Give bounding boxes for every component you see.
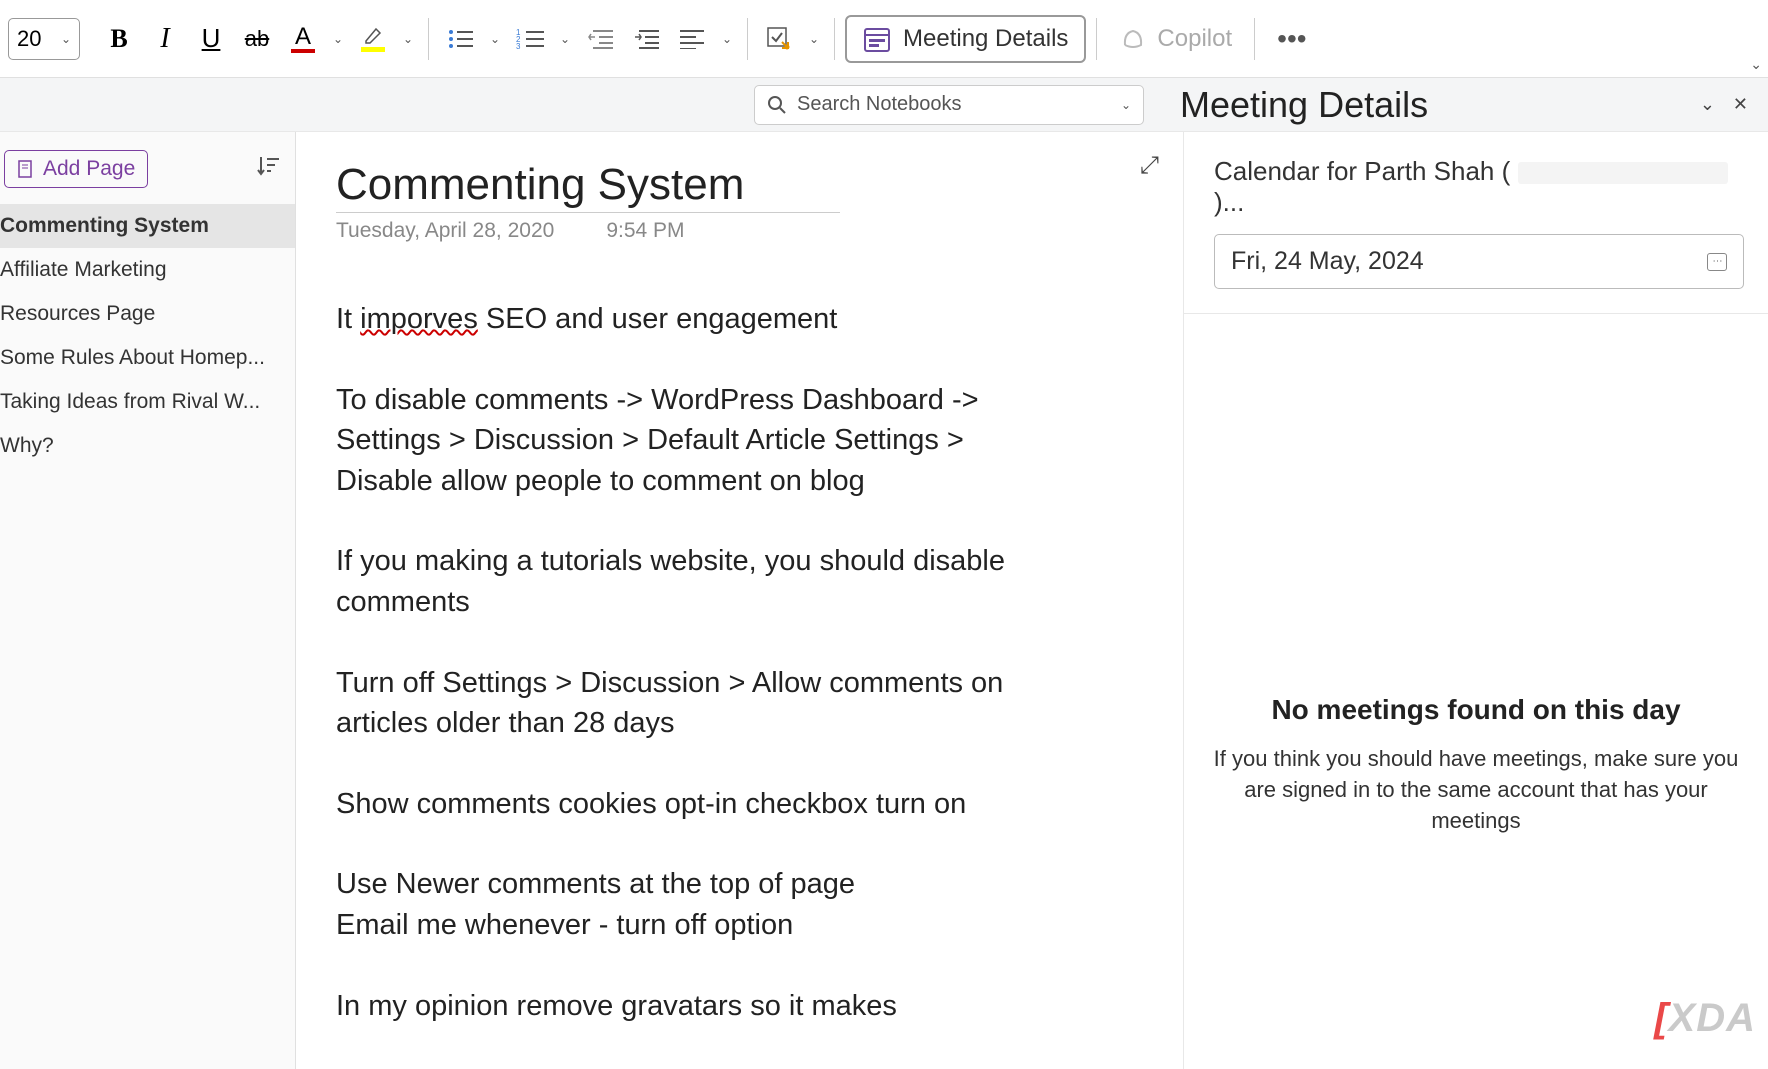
meeting-details-label: Meeting Details: [903, 25, 1068, 53]
redacted-email: [1518, 162, 1728, 184]
calendar-icon: [863, 25, 891, 53]
sidebar-page-item[interactable]: Some Rules About Homep...: [0, 336, 295, 380]
sidebar-page-item[interactable]: Commenting System: [0, 204, 295, 248]
main: Add Page Commenting System Affiliate Mar…: [0, 132, 1768, 1069]
highlight-icon: [361, 25, 385, 52]
calendar-owner: Calendar for Parth Shah ( )...: [1214, 156, 1744, 218]
separator: [428, 18, 429, 60]
add-page-button[interactable]: Add Page: [4, 150, 148, 188]
empty-state-description: If you think you should have meetings, m…: [1204, 744, 1748, 836]
panel-header-row: Meeting Details ⌄ ✕: [1164, 84, 1748, 126]
font-color-button[interactable]: A: [282, 18, 324, 60]
separator: [747, 18, 748, 60]
page-time: 9:54 PM: [606, 219, 684, 243]
separator: [834, 18, 835, 60]
sort-button[interactable]: [257, 155, 279, 183]
expand-icon[interactable]: ⤢: [1140, 152, 1159, 180]
indent-button[interactable]: [625, 18, 667, 60]
font-color-chevron[interactable]: ⌄: [328, 18, 348, 60]
bullet-list-chevron[interactable]: ⌄: [485, 18, 505, 60]
more-button[interactable]: •••: [1265, 23, 1318, 55]
panel-title: Meeting Details: [1180, 84, 1700, 126]
copilot-label: Copilot: [1157, 25, 1232, 53]
align-chevron[interactable]: ⌄: [717, 18, 737, 60]
meeting-details-button[interactable]: Meeting Details: [845, 15, 1086, 63]
outdent-button[interactable]: [579, 18, 621, 60]
align-button[interactable]: [671, 18, 713, 60]
copilot-button[interactable]: Copilot: [1107, 17, 1244, 61]
italic-button[interactable]: I: [144, 18, 186, 60]
underline-button[interactable]: U: [190, 18, 232, 60]
add-page-icon: [17, 160, 35, 178]
search-input[interactable]: [797, 93, 1111, 116]
panel-close-icon[interactable]: ✕: [1733, 94, 1748, 115]
font-color-icon: A: [291, 25, 315, 53]
svg-text:3: 3: [516, 42, 521, 50]
bold-button[interactable]: B: [98, 18, 140, 60]
page-title[interactable]: Commenting System: [336, 160, 840, 213]
bullet-list-button[interactable]: [439, 18, 481, 60]
note-paragraph: Use Newer comments at the top of page: [336, 864, 1056, 905]
separator: [1096, 18, 1097, 60]
note-paragraph: It imporves SEO and user engagement: [336, 299, 1056, 340]
empty-state-title: No meetings found on this day: [1204, 694, 1748, 726]
panel-collapse-icon[interactable]: ⌄: [1700, 94, 1715, 115]
note-paragraph: In my opinion remove gravatars so it mak…: [336, 986, 1056, 1027]
subheader: ⌄ Meeting Details ⌄ ✕: [0, 78, 1768, 132]
toolbar: 20 ⌄ B I U ab A ⌄ ⌄ ⌄ 123 ⌄ ⌄ ⌄: [0, 0, 1768, 78]
search-chevron[interactable]: ⌄: [1121, 98, 1131, 112]
page-date: Tuesday, April 28, 2020: [336, 219, 554, 243]
separator: [1254, 18, 1255, 60]
sidebar-page-item[interactable]: Why?: [0, 424, 295, 468]
note-paragraph: If you making a tutorials website, you s…: [336, 541, 1056, 622]
sidebar-page-item[interactable]: Taking Ideas from Rival W...: [0, 380, 295, 424]
note-paragraph: To disable comments -> WordPress Dashboa…: [336, 380, 1056, 502]
date-picker[interactable]: Fri, 24 May, 2024 ⋯: [1214, 234, 1744, 289]
numbered-list-button[interactable]: 123: [509, 18, 551, 60]
note-paragraph: Turn off Settings > Discussion > Allow c…: [336, 663, 1056, 744]
strikethrough-button[interactable]: ab: [236, 18, 278, 60]
sidebar-page-item[interactable]: Affiliate Marketing: [0, 248, 295, 292]
font-size-value: 20: [17, 26, 41, 52]
tags-chevron[interactable]: ⌄: [804, 18, 824, 60]
font-size-selector[interactable]: 20 ⌄: [8, 18, 80, 60]
note-body[interactable]: It imporves SEO and user engagement To d…: [336, 299, 1056, 1026]
watermark: [XDA: [1654, 996, 1756, 1041]
numbered-list-chevron[interactable]: ⌄: [555, 18, 575, 60]
note-paragraph: Show comments cookies opt-in checkbox tu…: [336, 784, 1056, 825]
search-icon: [767, 95, 787, 115]
spell-error: imporves: [360, 303, 478, 335]
copilot-icon: [1119, 25, 1147, 53]
meeting-details-panel: Calendar for Parth Shah ( )... Fri, 24 M…: [1184, 132, 1768, 1069]
sidebar-page-item[interactable]: Resources Page: [0, 292, 295, 336]
note-paragraph: Email me whenever - turn off option: [336, 905, 1056, 946]
tags-button[interactable]: [758, 18, 800, 60]
add-page-label: Add Page: [43, 157, 135, 181]
selected-date: Fri, 24 May, 2024: [1231, 247, 1424, 276]
chevron-down-icon: ⌄: [61, 32, 71, 46]
empty-state: No meetings found on this day If you thi…: [1184, 694, 1768, 836]
panel-subheader: Calendar for Parth Shah ( )... Fri, 24 M…: [1184, 132, 1768, 314]
page-meta: Tuesday, April 28, 2020 9:54 PM: [336, 219, 1143, 243]
date-picker-icon[interactable]: ⋯: [1707, 253, 1727, 271]
collapse-ribbon-chevron[interactable]: ⌄: [1750, 56, 1762, 73]
highlight-chevron[interactable]: ⌄: [398, 18, 418, 60]
sidebar: Add Page Commenting System Affiliate Mar…: [0, 132, 296, 1069]
search-box[interactable]: ⌄: [754, 85, 1144, 125]
highlight-button[interactable]: [352, 18, 394, 60]
content-area[interactable]: ⤢ Commenting System Tuesday, April 28, 2…: [296, 132, 1184, 1069]
